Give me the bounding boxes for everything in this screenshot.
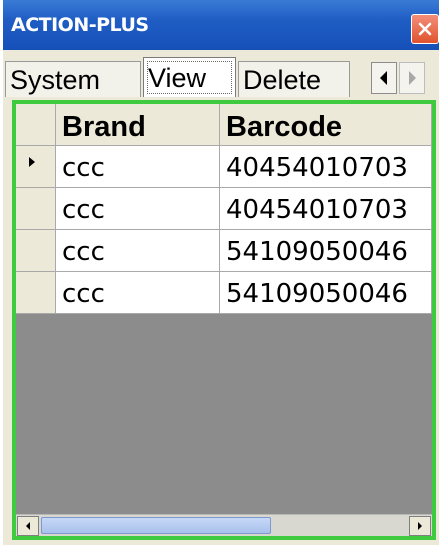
table-row[interactable]: ccc 54109050046 bbox=[16, 230, 432, 272]
cell-brand[interactable]: ccc bbox=[56, 146, 220, 188]
scroll-left-button[interactable] bbox=[17, 516, 39, 536]
data-grid: Brand Barcode ccc 40454010703 ccc 404540… bbox=[12, 100, 436, 540]
cell-barcode-text: 54109050046 bbox=[226, 237, 408, 267]
column-header-barcode[interactable]: Barcode bbox=[220, 104, 432, 146]
tab-strip: System View Delete bbox=[3, 50, 439, 100]
close-icon bbox=[418, 22, 432, 36]
scroll-right-button[interactable] bbox=[409, 516, 431, 536]
grid-header: Brand Barcode bbox=[16, 104, 432, 146]
row-indicator[interactable] bbox=[16, 230, 56, 272]
cell-barcode[interactable]: 40454010703 bbox=[220, 146, 432, 188]
cell-brand[interactable]: ccc bbox=[56, 188, 220, 230]
arrow-left-icon bbox=[380, 71, 387, 85]
cell-brand-text: ccc bbox=[62, 195, 105, 225]
cell-barcode[interactable]: 40454010703 bbox=[220, 188, 432, 230]
arrow-left-icon bbox=[26, 522, 30, 530]
tab-system[interactable]: System bbox=[5, 61, 141, 97]
title-bar: ACTION-PLUS bbox=[3, 0, 439, 50]
column-header-barcode-label: Barcode bbox=[226, 111, 343, 143]
tab-scroll-right-button[interactable] bbox=[399, 62, 425, 94]
row-header-corner bbox=[16, 104, 56, 146]
arrow-right-icon bbox=[409, 71, 416, 85]
current-row-arrow-icon bbox=[29, 157, 35, 167]
tab-delete-label: Delete bbox=[243, 65, 322, 95]
row-indicator[interactable] bbox=[16, 272, 56, 314]
window-title: ACTION-PLUS bbox=[11, 14, 149, 36]
table-row[interactable]: ccc 40454010703 bbox=[16, 188, 432, 230]
tab-system-label: System bbox=[10, 65, 101, 95]
table-row[interactable]: ccc 54109050046 bbox=[16, 272, 432, 314]
scrollbar-thumb[interactable] bbox=[41, 517, 271, 534]
cell-barcode[interactable]: 54109050046 bbox=[220, 272, 432, 314]
cell-brand-text: ccc bbox=[62, 153, 105, 183]
cell-brand-text: ccc bbox=[62, 279, 105, 309]
horizontal-scrollbar[interactable] bbox=[16, 514, 432, 536]
cell-brand[interactable]: ccc bbox=[56, 272, 220, 314]
cell-barcode-text: 40454010703 bbox=[226, 195, 408, 225]
tab-view-label: View bbox=[148, 63, 207, 93]
cell-brand[interactable]: ccc bbox=[56, 230, 220, 272]
tab-view[interactable]: View bbox=[143, 57, 236, 97]
close-button[interactable] bbox=[411, 14, 439, 44]
arrow-right-icon bbox=[418, 522, 422, 530]
cell-barcode-text: 40454010703 bbox=[226, 153, 408, 183]
row-indicator[interactable] bbox=[16, 146, 56, 188]
column-header-brand[interactable]: Brand bbox=[56, 104, 220, 146]
table-row[interactable]: ccc 40454010703 bbox=[16, 146, 432, 188]
column-header-brand-label: Brand bbox=[62, 111, 146, 143]
tab-delete[interactable]: Delete bbox=[238, 61, 350, 97]
cell-brand-text: ccc bbox=[62, 237, 105, 267]
app-window: ACTION-PLUS System View Delete Brand Bar… bbox=[3, 0, 439, 545]
tab-scroll-left-button[interactable] bbox=[371, 62, 397, 94]
cell-barcode-text: 54109050046 bbox=[226, 279, 408, 309]
row-indicator[interactable] bbox=[16, 188, 56, 230]
cell-barcode[interactable]: 54109050046 bbox=[220, 230, 432, 272]
